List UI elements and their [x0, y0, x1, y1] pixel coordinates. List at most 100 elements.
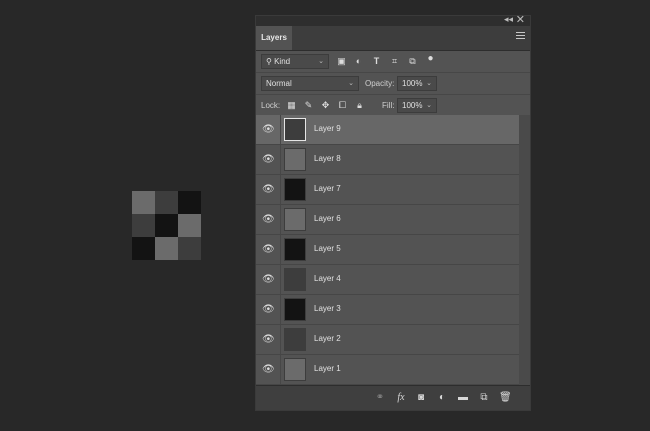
filter-kind-value: Kind — [274, 57, 291, 66]
panel-menu-icon[interactable] — [516, 32, 525, 41]
preview-cell — [178, 191, 201, 214]
fill-input[interactable]: 100% ⌄ — [397, 98, 437, 113]
visibility-eye-icon[interactable]: 👁︎ — [262, 365, 275, 375]
lock-position-icon[interactable]: ✥ — [320, 100, 331, 111]
new-group-icon[interactable]: ▬ — [457, 392, 469, 404]
fx-icon[interactable]: fx — [395, 392, 407, 404]
layer-thumbnail[interactable] — [284, 238, 306, 261]
preview-cell — [155, 191, 178, 214]
blend-mode-select[interactable]: Normal ⌄ — [261, 76, 359, 91]
lock-transparent-pixels-icon[interactable]: ▦ — [286, 100, 297, 111]
panel-tab-row: Layers — [256, 26, 530, 51]
lock-all-icon[interactable]: 🔒︎ — [354, 100, 365, 111]
visibility-eye-icon[interactable]: 👁︎ — [262, 125, 275, 135]
column-divider — [280, 325, 281, 354]
layer-thumbnail[interactable] — [284, 358, 306, 381]
chevron-down-icon: ⌄ — [318, 58, 324, 65]
visibility-eye-icon[interactable]: 👁︎ — [262, 215, 275, 225]
layer-row[interactable]: 👁︎ Layer 2 — [256, 325, 519, 355]
lock-row: Lock: ▦ ✎ ✥ ⧠ 🔒︎ Fill: 100% ⌄ — [256, 95, 530, 117]
visibility-eye-icon[interactable]: 👁︎ — [262, 245, 275, 255]
column-divider — [280, 145, 281, 174]
preview-cell — [132, 191, 155, 214]
visibility-eye-icon[interactable]: 👁︎ — [262, 185, 275, 195]
adjustment-layer-filter-icon[interactable]: ◐ — [353, 56, 364, 67]
layer-thumbnail[interactable] — [284, 208, 306, 231]
preview-cell — [155, 237, 178, 260]
opacity-input[interactable]: 100% ⌄ — [397, 76, 437, 91]
layer-name[interactable]: Layer 5 — [314, 244, 341, 253]
column-divider — [280, 175, 281, 204]
chevron-down-icon: ⌄ — [348, 80, 354, 87]
fill-label: Fill: — [382, 101, 395, 110]
layer-thumbnail[interactable] — [284, 148, 306, 171]
opacity-label: Opacity: — [365, 79, 395, 88]
shape-layer-filter-icon[interactable]: ⌗ — [389, 56, 400, 67]
column-divider — [280, 235, 281, 264]
preview-cell — [132, 214, 155, 237]
layer-list-scrollbar[interactable] — [519, 115, 530, 385]
chevron-down-icon: ⌄ — [426, 80, 432, 87]
new-layer-icon[interactable]: ⧉ — [478, 392, 490, 404]
layer-name[interactable]: Layer 9 — [314, 124, 341, 133]
layer-row[interactable]: 👁︎ Layer 4 — [256, 265, 519, 295]
layer-row[interactable]: 👁︎ Layer 6 — [256, 205, 519, 235]
preview-cell — [155, 214, 178, 237]
visibility-eye-icon[interactable]: 👁︎ — [262, 275, 275, 285]
column-divider — [280, 295, 281, 324]
tab-layers[interactable]: Layers — [256, 26, 292, 50]
column-divider — [280, 265, 281, 294]
layer-row[interactable]: 👁︎ Layer 8 — [256, 145, 519, 175]
visibility-eye-icon[interactable]: 👁︎ — [262, 335, 275, 345]
layer-name[interactable]: Layer 2 — [314, 334, 341, 343]
blend-mode-value: Normal — [266, 79, 292, 88]
add-mask-icon[interactable]: ◙ — [415, 392, 427, 404]
close-panel-icon[interactable]: ✕ — [516, 13, 525, 26]
delete-layer-icon[interactable]: 🗑︎ — [499, 392, 512, 404]
blend-row: Normal ⌄ Opacity: 100% ⌄ — [256, 73, 530, 95]
preview-cell — [178, 237, 201, 260]
layer-name[interactable]: Layer 8 — [314, 154, 341, 163]
opacity-value: 100% — [402, 79, 423, 88]
layer-row[interactable]: 👁︎ Layer 5 — [256, 235, 519, 265]
layer-row[interactable]: 👁︎ Layer 1 — [256, 355, 519, 385]
layer-name[interactable]: Layer 3 — [314, 304, 341, 313]
layer-row[interactable]: 👁︎ Layer 3 — [256, 295, 519, 325]
layer-row[interactable]: 👁︎ Layer 9 — [256, 115, 519, 145]
column-divider — [280, 115, 281, 144]
visibility-eye-icon[interactable]: 👁︎ — [262, 305, 275, 315]
layer-name[interactable]: Layer 7 — [314, 184, 341, 193]
filter-kind-select[interactable]: ⚲ Kind ⌄ — [261, 54, 329, 69]
filter-toggle-icon[interactable]: ● — [425, 53, 436, 64]
layer-thumbnail[interactable] — [284, 118, 306, 141]
collapse-panel-icon[interactable]: ◂◂ — [504, 14, 513, 25]
fill-value: 100% — [402, 101, 423, 110]
layer-name[interactable]: Layer 6 — [314, 214, 341, 223]
preview-cell — [132, 237, 155, 260]
layer-row[interactable]: 👁︎ Layer 7 — [256, 175, 519, 205]
layer-name[interactable]: Layer 1 — [314, 364, 341, 373]
lock-label: Lock: — [261, 101, 281, 110]
layer-thumbnail[interactable] — [284, 268, 306, 291]
new-adjustment-layer-icon[interactable]: ◐ — [436, 392, 448, 404]
layer-list: 👁︎ Layer 9 👁︎ Layer 8 👁︎ Layer 7 👁︎ Layer 6 👁︎ La… — [256, 115, 519, 385]
panel-titlebar: ◂◂ ✕ — [256, 13, 530, 26]
layer-thumbnail[interactable] — [284, 298, 306, 321]
search-icon: ⚲ — [266, 57, 272, 66]
pixel-layer-filter-icon[interactable]: ▣ — [336, 56, 347, 67]
panel-footer: ⚭ fx ◙ ◐ ▬ ⧉ 🗑︎ — [256, 385, 530, 410]
smart-object-filter-icon[interactable]: ⧉ — [407, 56, 418, 67]
preview-cell — [178, 214, 201, 237]
lock-artboard-icon[interactable]: ⧠ — [337, 100, 348, 111]
lock-image-pixels-icon[interactable]: ✎ — [303, 100, 314, 111]
visibility-eye-icon[interactable]: 👁︎ — [262, 155, 275, 165]
type-layer-filter-icon[interactable]: T — [371, 56, 382, 67]
layers-panel: ◂◂ ✕ Layers ⚲ Kind ⌄ ▣ ◐ T ⌗ ⧉ ● Normal … — [255, 13, 531, 411]
canvas-preview — [132, 191, 201, 260]
link-layers-icon[interactable]: ⚭ — [374, 392, 386, 404]
layer-name[interactable]: Layer 4 — [314, 274, 341, 283]
column-divider — [280, 205, 281, 234]
layer-thumbnail[interactable] — [284, 328, 306, 351]
chevron-down-icon: ⌄ — [426, 102, 432, 109]
layer-thumbnail[interactable] — [284, 178, 306, 201]
